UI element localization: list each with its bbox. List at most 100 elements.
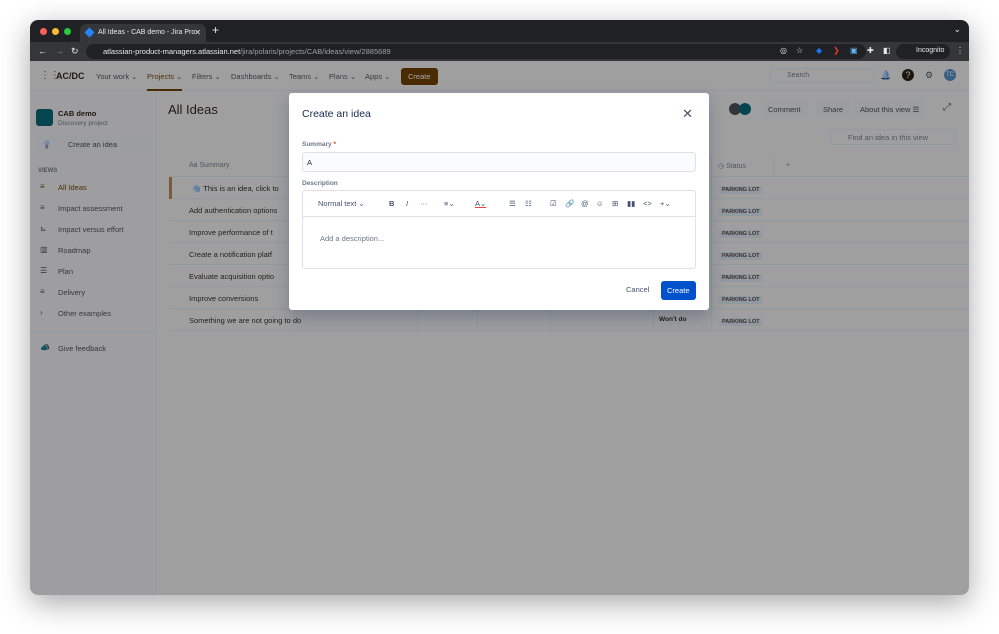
nav-your-work[interactable]: Your work ⌄ [96,72,137,81]
status-cell[interactable]: PARKING LOT [711,199,773,221]
settings-icon[interactable]: ⚙ [923,69,935,81]
sidebar-item-roadmap[interactable]: ▥ Roadmap [30,241,155,259]
share-button[interactable]: Share [816,101,851,118]
column-status[interactable]: ◷ Status [711,155,773,177]
nav-plans[interactable]: Plans ⌄ [329,72,356,81]
more-formatting-icon[interactable]: ··· [420,199,428,208]
star-icon[interactable]: ☆ [796,46,803,55]
minimize-window-button[interactable] [52,28,59,35]
incognito-badge[interactable]: Incognito [896,44,951,59]
sidebar-item-impact-vs-effort[interactable]: ⊾ Impact versus effort [30,220,155,238]
extension-icon[interactable]: ❯ [833,46,840,55]
close-tab-icon[interactable]: ✕ [194,28,201,37]
avatar[interactable] [739,103,751,115]
italic-icon[interactable]: I [406,199,408,208]
numbered-list-icon[interactable]: ☷ [525,199,532,208]
layout-icon[interactable]: ▮▮ [627,199,635,208]
summary-label: Summary * [302,141,336,148]
status-cell[interactable]: PARKING LOT [711,221,773,243]
checkbox-icon[interactable]: ☑ [550,199,557,208]
find-idea-input[interactable]: Find an idea in this view [830,129,956,145]
status-badge: PARKING LOT [719,318,763,326]
status-cell[interactable]: PARKING LOT [711,177,773,199]
maximize-window-button[interactable] [64,28,71,35]
table-icon[interactable]: ⊞ [612,199,618,208]
align-icon[interactable]: ≡⌄ [444,199,455,208]
bold-icon[interactable]: B [389,199,394,208]
comment-button[interactable]: Comment [761,101,808,118]
cell[interactable]: Won't do [653,309,711,331]
create-submit-button[interactable]: Create [661,281,696,300]
create-button[interactable]: Create [401,68,438,85]
eye-off-icon[interactable]: ◎ [780,46,787,55]
sidebar-item-plan[interactable]: ☰ Plan [30,262,155,280]
insert-more-icon[interactable]: +⌄ [660,199,671,208]
create-idea-button[interactable]: 💡 Create an idea [34,136,151,153]
status-badge: PARKING LOT [719,274,763,282]
back-icon[interactable]: ← [38,46,47,56]
sidebar-item-impact-assessment[interactable]: ≡ Impact assessment [30,199,155,217]
extension-icon[interactable]: ◆ [816,46,822,55]
status-cell[interactable]: PARKING LOT [711,265,773,287]
emoji-icon[interactable]: ☺ [596,199,604,208]
sidebar-item-delivery[interactable]: ≡ Delivery [30,283,155,301]
code-icon[interactable]: <> [643,199,652,208]
menu-icon[interactable]: ⋮ [956,46,964,55]
bullet-list-icon[interactable]: ☰ [509,199,516,208]
cancel-button[interactable]: Cancel [626,285,649,294]
close-window-button[interactable] [40,28,47,35]
help-icon[interactable]: ? [902,69,914,81]
reload-icon[interactable]: ↻ [71,46,79,57]
cell-value: Won't do [659,316,687,323]
puzzle-icon[interactable]: ✚ [867,46,874,55]
avatar[interactable]: TC [944,69,956,81]
sidebar-item-all-ideas[interactable]: ≡ All Ideas [30,178,155,196]
description-label: Description [302,180,338,187]
table-row[interactable]: Something we are not going to do Won't d… [169,309,969,331]
cell[interactable] [477,309,550,331]
nav-dashboards[interactable]: Dashboards ⌄ [231,72,280,81]
matrix-icon: ⊾ [40,224,47,233]
status-cell[interactable]: PARKING LOT [711,287,773,309]
sidepanel-icon[interactable]: ◧ [883,46,891,55]
nav-apps[interactable]: Apps ⌄ [365,72,390,81]
nav-teams[interactable]: Teams ⌄ [289,72,319,81]
add-column-icon[interactable]: + [773,155,803,177]
idea-summary: Create a notification platf [189,250,272,259]
list-icon: ≡ [40,287,45,296]
sidebar-item-other-examples[interactable]: › Other examples [30,304,155,322]
jira-icon [84,27,95,38]
nav-projects[interactable]: Projects ⌄ [147,72,183,91]
extension-icon[interactable]: ▣ [850,46,858,55]
about-view-button[interactable]: About this view ☰ [853,101,927,118]
cell[interactable] [417,309,477,331]
description-editor[interactable]: Normal text ⌄ B I ··· ≡⌄ A⌄ ☰ ☷ ☑ 🔗 @ ☺ … [302,190,696,269]
new-tab-button[interactable]: + [212,23,219,37]
timeline-icon: ☰ [40,266,48,275]
summary-input[interactable]: A [302,152,696,172]
close-icon[interactable]: ✕ [682,106,693,122]
site-logo[interactable]: AC/DC [56,71,85,81]
cell[interactable] [550,309,653,331]
forward-icon[interactable]: → [55,46,64,56]
fullscreen-icon[interactable]: ⤢ [943,102,951,113]
create-idea-dialog: Create an idea ✕ Summary * A Description… [289,93,709,310]
sidebar-item-label: Plan [58,267,74,276]
nav-filters[interactable]: Filters ⌄ [192,72,221,81]
url-input[interactable]: atlassian-product-managers.atlassian.net… [86,44,866,59]
link-icon[interactable]: 🔗 [565,199,574,208]
status-cell[interactable]: PARKING LOT [711,309,773,331]
summary-cell[interactable]: Something we are not going to do [169,309,417,331]
notifications-icon[interactable]: 🔔 [880,69,892,81]
url-path: /jira/polaris/projects/CAB/ideas/view/28… [240,47,391,56]
search-input[interactable]: Search [770,68,874,83]
mention-icon[interactable]: @ [581,199,589,208]
status-cell[interactable]: PARKING LOT [711,243,773,265]
tab-search-icon[interactable]: ⌄ [953,24,961,35]
text-color-icon[interactable]: A⌄ [475,199,486,208]
give-feedback-button[interactable]: 📣 Give feedback [30,339,155,357]
project-avatar-icon [36,109,53,126]
status-badge: PARKING LOT [719,230,763,238]
text-style-dropdown[interactable]: Normal text ⌄ [318,199,365,208]
browser-tab[interactable]: All Ideas - CAB demo - Jira Pro ✕ [80,24,206,42]
